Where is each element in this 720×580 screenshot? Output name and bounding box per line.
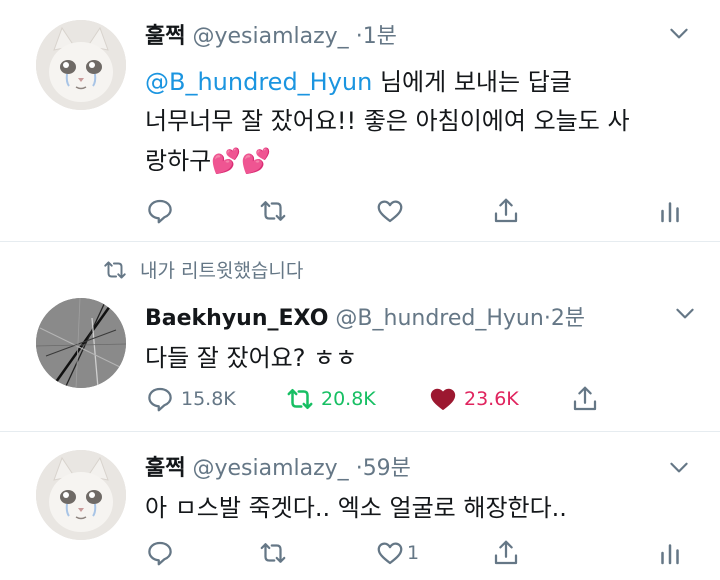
display-name[interactable]: Baekhyun_EXO (145, 306, 328, 331)
reply-context: @B_hundred_Hyun 님에게 보내는 답글 (145, 62, 572, 97)
analytics-button[interactable] (655, 536, 685, 570)
reply-context-suffix: 님에게 보내는 답글 (372, 68, 572, 96)
retweet-button[interactable] (258, 194, 294, 228)
retweet-icon (260, 201, 286, 221)
reply-icon (148, 387, 172, 412)
display-name[interactable]: 훌쩍 (145, 456, 185, 481)
share-button[interactable] (491, 536, 521, 570)
tweet-1[interactable]: 훌쩍 @yesiamlazy_ ·1분 @B_hundred_Hyun 님에게 … (0, 0, 720, 240)
share-button[interactable] (570, 382, 600, 416)
tweet-actions: 15.8K 20.8K 23.6K (145, 382, 690, 416)
timestamp[interactable]: 1분 (363, 24, 397, 49)
tweet-text-line-2: 랑하구💕💕 (145, 141, 271, 176)
like-count: 23.6K (464, 388, 519, 410)
retweet-icon (287, 389, 313, 409)
tweet-actions (145, 194, 690, 228)
user-handle[interactable]: @B_hundred_Hyun (335, 306, 543, 331)
reply-mention-link[interactable]: @B_hundred_Hyun (145, 68, 372, 96)
retweet-count: 20.8K (321, 388, 376, 410)
retweet-icon (260, 543, 286, 563)
avatar[interactable] (36, 20, 126, 110)
like-icon (377, 542, 403, 565)
two-hearts-emoji: 💕💕 (211, 147, 272, 175)
separator-dot: · (355, 24, 363, 49)
tweet-text: 다들 잘 잤어요? ㅎㅎ (145, 344, 358, 372)
like-button[interactable]: 1 (375, 536, 419, 570)
tweet-header: 훌쩍 @yesiamlazy_ ·59분 (145, 450, 411, 482)
like-button[interactable] (375, 194, 411, 228)
retweet-icon (104, 260, 126, 279)
analytics-icon (661, 544, 679, 565)
exo-avatar-image (36, 298, 126, 388)
avatar[interactable] (36, 298, 126, 388)
timestamp[interactable]: 2분 (551, 306, 585, 331)
retweet-button[interactable] (258, 536, 294, 570)
reply-button[interactable] (145, 536, 181, 570)
share-icon (573, 386, 597, 411)
like-count: 1 (407, 542, 420, 564)
tweet-3[interactable]: 훌쩍 @yesiamlazy_ ·59분 아 ㅁ스발 죽겟다.. 엑소 얼굴로 … (0, 432, 720, 580)
reply-count: 15.8K (181, 388, 236, 410)
retweet-notice-text: 내가 리트윗했습니다 (140, 260, 304, 282)
timestamp[interactable]: 59분 (363, 456, 411, 481)
reply-button[interactable] (145, 194, 181, 228)
tweet-divider (0, 241, 720, 242)
reply-icon (148, 199, 172, 224)
tweet-2[interactable]: Baekhyun_EXO @B_hundred_Hyun·2분 다들 잘 잤어요… (0, 280, 720, 430)
analytics-icon (661, 202, 679, 223)
avatar[interactable] (36, 450, 126, 540)
reply-button[interactable]: 15.8K (145, 382, 236, 416)
crying-cat-avatar-image (36, 20, 126, 110)
retweet-notice: 내가 리트윗했습니다 (102, 256, 303, 283)
analytics-button[interactable] (655, 194, 685, 228)
tweet-header: 훌쩍 @yesiamlazy_ ·1분 (145, 18, 397, 50)
separator-dot: · (355, 456, 363, 481)
chevron-down-icon[interactable] (666, 20, 692, 46)
user-handle[interactable]: @yesiamlazy_ (192, 24, 348, 49)
like-button[interactable]: 23.6K (428, 382, 519, 416)
share-button[interactable] (491, 194, 521, 228)
reply-icon (148, 541, 172, 566)
tweet-text: 아 ㅁ스발 죽겟다.. 엑소 얼굴로 해장한다.. (145, 494, 567, 522)
separator-dot: · (543, 306, 551, 331)
like-icon (430, 388, 456, 410)
tweet-text-line-2-text: 랑하구 (145, 147, 212, 175)
crying-cat-avatar-image (36, 450, 126, 540)
chevron-down-icon[interactable] (666, 454, 692, 480)
tweet-header: Baekhyun_EXO @B_hundred_Hyun·2분 (145, 300, 585, 332)
like-icon (377, 200, 403, 223)
chevron-down-icon[interactable] (672, 300, 698, 326)
display-name[interactable]: 훌쩍 (145, 24, 185, 49)
retweet-button[interactable]: 20.8K (285, 382, 376, 416)
tweet-text-line-1: 너무너무 잘 잤어요!! 좋은 아침이에여 오늘도 사 (145, 107, 630, 135)
share-icon (494, 198, 518, 223)
user-handle[interactable]: @yesiamlazy_ (192, 456, 348, 481)
share-icon (494, 540, 518, 565)
tweet-actions: 1 (145, 536, 690, 570)
